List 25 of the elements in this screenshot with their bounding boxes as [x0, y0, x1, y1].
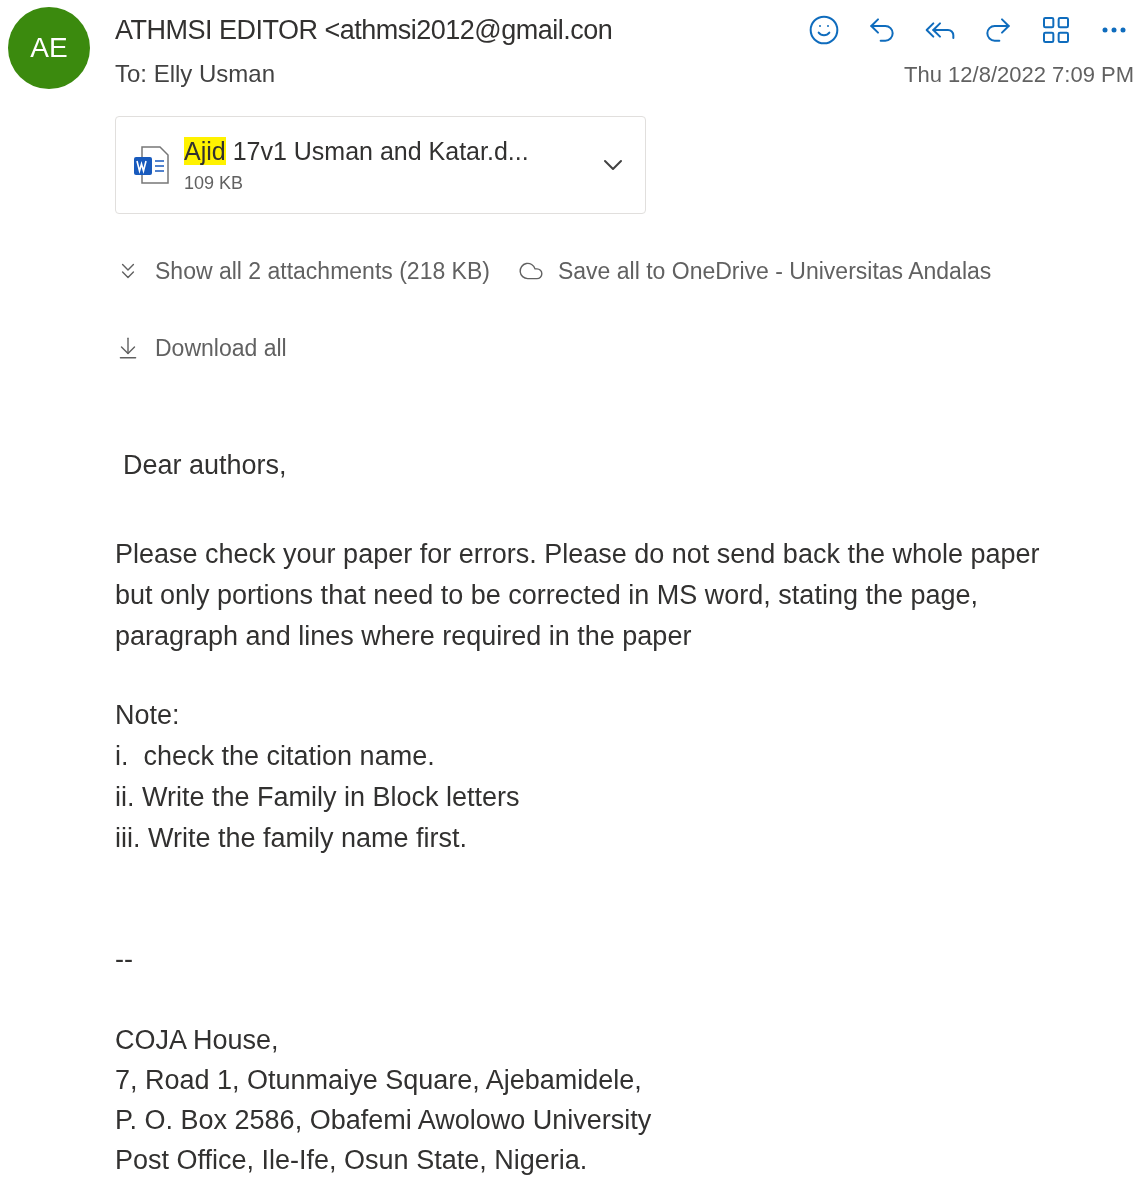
- sent-date: Thu 12/8/2022 7:09 PM: [904, 60, 1134, 89]
- note-title: Note:: [115, 699, 181, 732]
- attachment-card[interactable]: Ajid 17v1 Usman and Katar.d... 109 KB: [115, 116, 646, 214]
- signature-line: 7, Road 1, Otunmaiye Square, Ajebamidele,: [115, 1064, 643, 1097]
- signature-line: Post Office, Ile-Ife, Osun State, Nigeria.: [115, 1144, 589, 1177]
- note-item: i. check the citation name.: [115, 740, 436, 773]
- sender-avatar: AE: [8, 7, 90, 89]
- attachment-action-link[interactable]: Download all: [115, 330, 287, 365]
- attachment-size: 109 KB: [184, 172, 245, 196]
- signature-line: COJA House,: [115, 1024, 280, 1057]
- more-icon: [1102, 27, 1126, 33]
- note-item: iii. Write the family name first.: [115, 822, 469, 855]
- signature-separator: --: [115, 943, 134, 976]
- signature-line: P. O. Box 2586, Obafemi Awolowo University: [115, 1104, 653, 1137]
- grid-icon: [1040, 14, 1072, 46]
- smiley-icon: [808, 14, 840, 46]
- attachment-action-link[interactable]: Show all 2 attachments (218 KB): [115, 254, 490, 289]
- word-document-icon: [132, 145, 170, 185]
- recipient-line: To: Elly Usman: [115, 59, 276, 89]
- attachment-name: Ajid 17v1 Usman and Katar.d...: [184, 135, 529, 167]
- sender-name: ATHMSI EDITOR <athmsi2012@gmail.con: [115, 13, 613, 47]
- body-paragraph: Please check your paper for errors. Please do not send back the whole paper but only portions that need to be corrected in MS word, stating the page, paragraph and lines where required in the paper: [115, 538, 1041, 653]
- attachment-action-link[interactable]: Save all to OneDrive - Universitas Andalas: [517, 254, 992, 289]
- note-item: ii. Write the Family in Block letters: [115, 781, 521, 814]
- greeting: Dear authors,: [123, 449, 288, 482]
